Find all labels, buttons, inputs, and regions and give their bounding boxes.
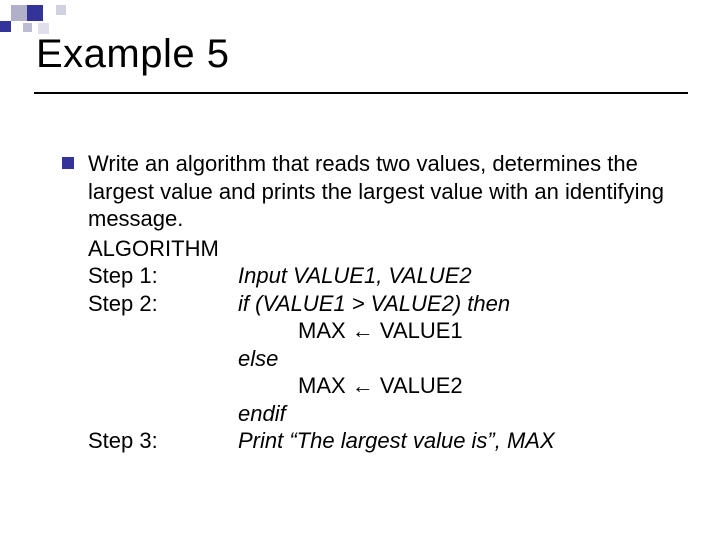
- slide: Example 5 Write an algorithm that reads …: [0, 0, 720, 540]
- slide-body: Write an algorithm that reads two values…: [62, 150, 680, 455]
- square-icon: [23, 23, 32, 32]
- step-2-branch: MAX ← VALUE2: [88, 372, 680, 400]
- bullet-item: Write an algorithm that reads two values…: [62, 150, 680, 233]
- step-2-endif: endif: [88, 400, 680, 428]
- step-text: MAX ← VALUE2: [238, 372, 680, 400]
- square-icon: [11, 5, 27, 21]
- title-underline: [34, 92, 688, 94]
- step-2-else: else: [88, 345, 680, 373]
- step-text: Print “The largest value is”, MAX: [238, 427, 680, 455]
- step-label: Step 1:: [88, 262, 238, 290]
- step-label-empty: [88, 400, 238, 428]
- step-text: else: [238, 345, 680, 373]
- slide-title: Example 5: [36, 32, 229, 77]
- square-icon: [0, 21, 11, 32]
- step-label: Step 3:: [88, 427, 238, 455]
- step-label-empty: [88, 345, 238, 373]
- step-2-branch: MAX ← VALUE1: [88, 317, 680, 345]
- step-text: MAX ← VALUE1: [238, 317, 680, 345]
- step-1: Step 1: Input VALUE1, VALUE2: [88, 262, 680, 290]
- step-label: Step 2:: [88, 290, 238, 318]
- step-text: Input VALUE1, VALUE2: [238, 262, 680, 290]
- step-text: if (VALUE1 > VALUE2) then: [238, 290, 680, 318]
- algorithm-heading: ALGORITHM: [88, 235, 680, 263]
- step-label-empty: [88, 372, 238, 400]
- square-icon: [56, 5, 66, 15]
- step-3: Step 3: Print “The largest value is”, MA…: [88, 427, 680, 455]
- square-icon: [27, 5, 43, 21]
- bullet-icon: [62, 157, 74, 169]
- step-label-empty: [88, 317, 238, 345]
- bullet-text: Write an algorithm that reads two values…: [88, 150, 680, 233]
- step-2: Step 2: if (VALUE1 > VALUE2) then: [88, 290, 680, 318]
- step-text: endif: [238, 400, 680, 428]
